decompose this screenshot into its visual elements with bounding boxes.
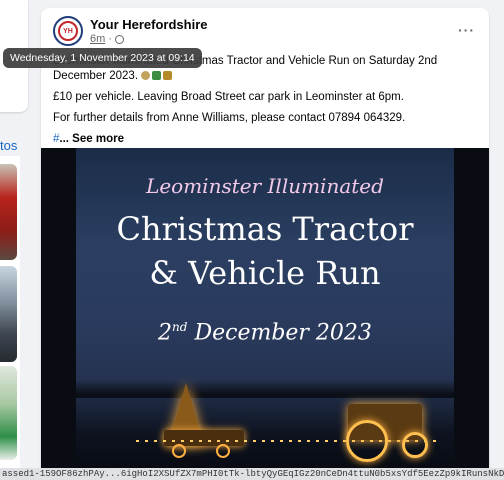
page-avatar[interactable]: YH xyxy=(53,16,83,46)
emoji-group xyxy=(141,71,173,81)
photo-thumbnail[interactable] xyxy=(0,164,17,260)
page-name-link[interactable]: Your Herefordshire xyxy=(90,17,208,32)
tractor-rear-wheel-illustration xyxy=(346,420,388,462)
post-image[interactable]: Leominster Illuminated Christmas Tractor… xyxy=(41,148,489,480)
post-timestamp-link[interactable]: 6m xyxy=(90,33,105,45)
tractor-emoji-icon xyxy=(163,71,173,81)
poster-subtitle: Leominster Illuminated xyxy=(146,174,384,198)
poster-date-suffix: nd xyxy=(172,320,188,334)
post-paragraph: £10 per vehicle. Leaving Broad Street ca… xyxy=(53,91,404,103)
post-paragraph: For further details from Anne Williams, … xyxy=(53,112,406,124)
poster-date-rest: December 2023 xyxy=(187,320,372,346)
photo-thumbnail[interactable] xyxy=(0,366,17,460)
photos-panel xyxy=(0,156,20,468)
poster-date: 2nd December 2023 xyxy=(76,320,454,345)
post-body: Leominster Illuminated Christmas Tractor… xyxy=(53,54,479,153)
trailer-wheel-illustration xyxy=(216,444,230,458)
fairy-lights-illustration xyxy=(136,440,436,442)
poster-treeline xyxy=(76,380,454,398)
emoji-icon xyxy=(141,71,151,81)
more-options-button[interactable]: ··· xyxy=(458,22,475,38)
photos-link[interactable]: tos xyxy=(0,138,17,153)
browser-status-bar: assed1-159OF86zhPAy...6igHoI2XSUfZX7mPHI… xyxy=(0,468,504,480)
photo-thumbnail[interactable] xyxy=(0,266,17,362)
feed-post: YH Your Herefordshire 6m · ··· Leominste… xyxy=(41,8,489,480)
timestamp-tooltip: Wednesday, 1 November 2023 at 09:14 xyxy=(3,48,202,68)
poster-date-day: 2 xyxy=(158,320,173,346)
poster-title-line2: & Vehicle Run xyxy=(149,254,381,292)
see-more-button[interactable]: ... See more xyxy=(59,133,124,145)
avatar-logo: YH xyxy=(58,21,78,41)
event-poster: Leominster Illuminated Christmas Tractor… xyxy=(76,148,454,480)
poster-title-line1: Christmas Tractor xyxy=(116,210,414,248)
post-paragraph: #... See more xyxy=(53,132,479,147)
tractor-front-wheel-illustration xyxy=(402,432,428,458)
tree-emoji-icon xyxy=(152,71,162,81)
post-meta: 6m · xyxy=(90,33,124,45)
trailer-wheel-illustration xyxy=(172,444,186,458)
globe-icon xyxy=(114,34,124,44)
meta-separator: · xyxy=(108,33,112,45)
